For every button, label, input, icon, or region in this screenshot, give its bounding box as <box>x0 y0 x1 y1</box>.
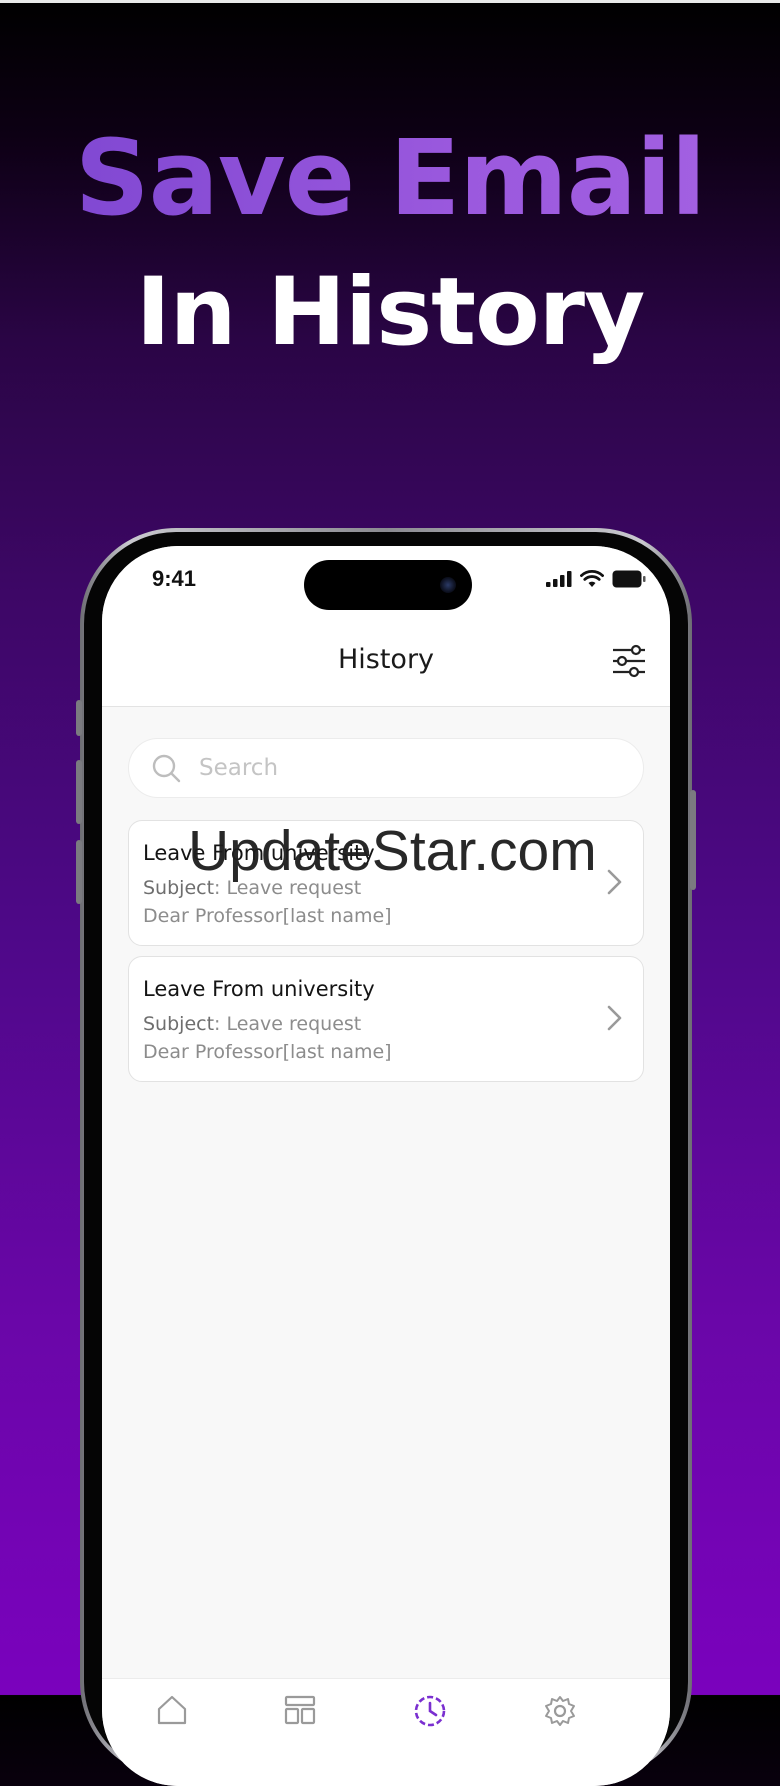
history-item-preview: Dear Professor[last name] <box>143 905 392 927</box>
home-icon <box>157 1695 187 1725</box>
promo-headline-line2: In History <box>135 258 646 367</box>
status-time: 9:41 <box>152 566 197 591</box>
tab-history[interactable] <box>410 1689 450 1729</box>
app-screen: 9:41 History Search Leave From universit… <box>102 546 670 1786</box>
chevron-right-icon <box>607 1005 622 1031</box>
dynamic-island <box>304 560 472 610</box>
sliders-icon <box>613 644 645 678</box>
phone-mockup: 9:41 History Search Leave From universit… <box>76 528 696 1786</box>
search-bar[interactable] <box>128 738 644 798</box>
settings-icon <box>545 1696 575 1726</box>
subject-label: Subject <box>143 1013 215 1035</box>
status-bar: 9:41 <box>102 546 670 618</box>
search-input[interactable] <box>197 754 601 782</box>
history-item-preview: Dear Professor[last name] <box>143 1041 392 1063</box>
phone-power-button <box>690 790 696 890</box>
bottom-tab-bar <box>102 1678 670 1786</box>
phone-volume-down-button <box>76 840 82 904</box>
filter-button[interactable] <box>610 642 648 680</box>
history-item-title: Leave From university <box>143 977 375 1001</box>
phone-volume-up-button <box>76 760 82 824</box>
app-header: History <box>102 618 670 707</box>
tab-settings[interactable] <box>540 1689 580 1729</box>
status-icons <box>546 568 646 590</box>
wifi-icon <box>580 570 604 587</box>
history-item-subject: Subject: Leave request <box>143 1013 361 1035</box>
history-icon <box>414 1695 446 1727</box>
page-title: History <box>337 644 435 675</box>
top-edge <box>0 0 780 3</box>
tab-home[interactable] <box>152 1689 192 1729</box>
templates-icon <box>284 1695 316 1725</box>
watermark: UpdateStar.com <box>188 819 597 883</box>
subject-value: : Leave request <box>214 1013 362 1035</box>
tab-templates[interactable] <box>280 1689 320 1729</box>
camera-icon <box>440 577 456 593</box>
promo-headline-line1: Save Email <box>0 118 780 238</box>
search-icon <box>152 754 181 783</box>
phone-action-button <box>76 700 82 736</box>
chevron-right-icon <box>607 869 622 895</box>
signal-icon <box>546 571 572 587</box>
battery-icon <box>612 570 646 588</box>
history-item[interactable]: Leave From university Subject: Leave req… <box>128 956 644 1082</box>
